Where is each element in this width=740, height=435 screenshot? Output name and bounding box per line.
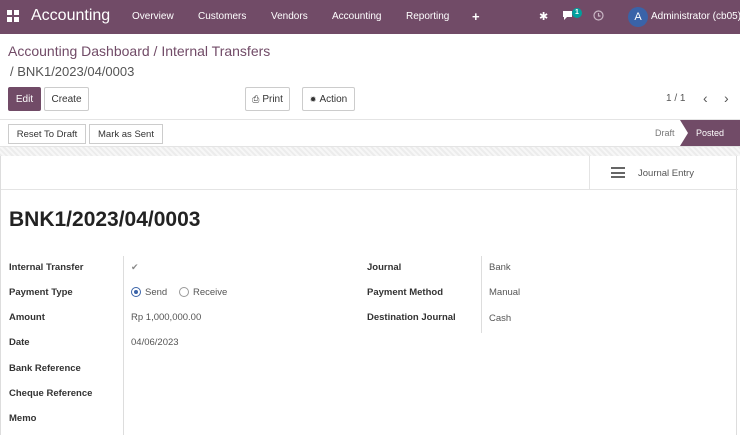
right-group-divider [481,256,482,333]
destination-journal-label: Destination Journal [367,312,456,323]
payment-type-label: Payment Type [9,287,73,298]
send-radio-label[interactable]: Send [145,287,167,298]
action-button[interactable]: ✹ Action [302,87,355,111]
destination-journal-value: Cash [489,313,512,324]
stage-posted[interactable]: Posted [680,120,740,146]
breadcrumb-current-line: / BNK1/2023/04/0003 [10,64,134,79]
statusbar: Reset To Draft Mark as Sent Draft Posted [0,119,740,147]
breadcrumb-current: BNK1/2023/04/0003 [17,64,135,79]
app-title[interactable]: Accounting [31,7,110,25]
message-count-badge: 1 [572,8,582,18]
sheet-background-stripe [0,147,740,156]
breadcrumb-dashboard[interactable]: Accounting Dashboard [8,43,150,59]
menu-vendors[interactable]: Vendors [271,11,308,22]
receive-radio-label[interactable]: Receive [193,287,227,298]
amount-label: Amount [9,312,45,323]
menu-customers[interactable]: Customers [198,11,246,22]
journal-entry-smart-button[interactable]: Journal Entry [589,156,738,190]
breadcrumb-internal-transfers[interactable]: Internal Transfers [161,43,270,59]
journal-label: Journal [367,262,402,273]
bug-icon[interactable]: ✱ [539,10,548,23]
internal-transfer-checkbox: ✔ [131,262,139,272]
receive-radio[interactable] [179,287,189,297]
chevron-right-icon[interactable]: › [724,90,729,106]
clock-icon[interactable] [593,10,604,24]
record-title: BNK1/2023/04/0003 [9,208,201,231]
bars-icon [611,167,625,178]
bank-reference-label: Bank Reference [9,363,81,374]
memo-label: Memo [9,413,37,424]
print-label: Print [262,93,283,105]
action-label: Action [319,93,348,105]
stage-draft[interactable]: Draft [655,128,675,138]
print-button[interactable]: ⎙ Print [245,87,290,111]
breadcrumb: Accounting Dashboard / Internal Transfer… [8,43,270,59]
gear-icon: ✹ [309,94,317,104]
date-value: 04/06/2023 [131,337,179,348]
top-navbar: Accounting Overview Customers Vendors Ac… [0,0,740,34]
plus-icon[interactable]: + [472,9,480,24]
pager-value[interactable]: 1 / 1 [666,93,685,104]
amount-value: Rp 1,000,000.00 [131,312,202,323]
user-name[interactable]: Administrator (cb05) [651,11,740,22]
left-group-divider [123,256,124,435]
journal-value: Bank [489,262,511,273]
menu-overview[interactable]: Overview [132,11,174,22]
button-box: Journal Entry [1,156,738,190]
payment-method-label: Payment Method [367,287,444,298]
reset-to-draft-button[interactable]: Reset To Draft [8,124,86,144]
apps-grid-icon[interactable] [7,10,20,23]
mark-as-sent-button[interactable]: Mark as Sent [89,124,163,144]
internal-transfer-label: Internal Transfer [9,262,84,273]
send-radio[interactable] [131,287,141,297]
chevron-left-icon[interactable]: ‹ [703,90,708,106]
payment-method-value: Manual [489,287,521,298]
journal-entry-label: Journal Entry [638,168,694,179]
edit-button[interactable]: Edit [8,87,41,111]
menu-accounting[interactable]: Accounting [332,11,381,22]
menu-reporting[interactable]: Reporting [406,11,449,22]
print-icon: ⎙ [252,93,260,104]
user-avatar[interactable]: A [628,7,648,27]
cheque-reference-label: Cheque Reference [9,388,93,399]
date-label: Date [9,337,30,348]
form-sheet: Journal Entry BNK1/2023/04/0003 Internal… [0,156,738,435]
create-button[interactable]: Create [44,87,89,111]
